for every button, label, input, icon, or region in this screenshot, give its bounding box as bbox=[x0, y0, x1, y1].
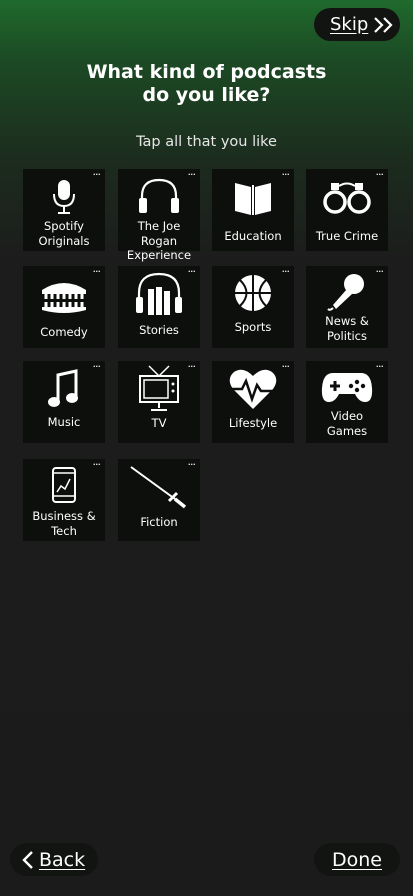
category-tile-sports[interactable]: ··· Sports bbox=[212, 266, 294, 348]
category-tile-lifestyle[interactable]: ··· Lifestyle bbox=[212, 361, 294, 443]
category-tile-music[interactable]: ··· Music bbox=[23, 361, 105, 443]
press-microphone-icon bbox=[306, 272, 388, 312]
category-label: Spotify Originals bbox=[38, 219, 90, 248]
back-button[interactable]: Back bbox=[10, 843, 98, 876]
category-label: Stories bbox=[139, 323, 179, 337]
sword-icon bbox=[118, 465, 200, 509]
category-label: Fiction bbox=[140, 515, 178, 529]
category-label: The Joe Rogan Experience bbox=[126, 219, 192, 262]
category-label: Education bbox=[224, 229, 282, 243]
category-tile-stories[interactable]: ··· Stories bbox=[118, 266, 200, 348]
television-icon bbox=[118, 364, 200, 412]
category-label: Comedy bbox=[40, 325, 88, 339]
chevron-left-icon bbox=[22, 850, 33, 869]
category-label: Video Games bbox=[326, 409, 368, 438]
category-tile-comedy[interactable]: ··· Comedy bbox=[23, 266, 105, 348]
category-tile-true-crime[interactable]: ··· True Crime bbox=[306, 169, 388, 251]
category-tile-education[interactable]: ··· Education bbox=[212, 169, 294, 251]
more-options-icon[interactable]: ··· bbox=[376, 169, 384, 181]
category-tile-news-politics[interactable]: ··· News & Politics bbox=[306, 266, 388, 348]
category-label: True Crime bbox=[315, 229, 379, 243]
category-label: Sports bbox=[234, 320, 272, 334]
microphone-icon bbox=[23, 179, 105, 215]
page-title: What kind of podcasts do you like? bbox=[86, 61, 327, 106]
back-label: Back bbox=[39, 848, 86, 871]
books-headphones-icon bbox=[118, 271, 200, 317]
skip-label: Skip bbox=[330, 14, 369, 35]
category-tile-fiction[interactable]: ··· Fiction bbox=[118, 459, 200, 541]
tablet-chart-icon bbox=[23, 467, 105, 503]
skip-button[interactable]: Skip bbox=[314, 8, 400, 41]
category-tile-tv[interactable]: ··· TV bbox=[118, 361, 200, 443]
category-label: Music bbox=[47, 415, 81, 429]
gamepad-icon bbox=[306, 370, 388, 404]
category-label: Business & Tech bbox=[32, 509, 96, 538]
done-button[interactable]: Done bbox=[314, 843, 400, 876]
open-book-icon bbox=[212, 179, 294, 217]
category-label: News & Politics bbox=[325, 314, 369, 343]
handcuffs-icon bbox=[306, 181, 388, 215]
category-tile-joe-rogan-experience[interactable]: ··· The Joe Rogan Experience bbox=[118, 169, 200, 262]
chattering-teeth-icon bbox=[23, 276, 105, 316]
category-tile-spotify-originals[interactable]: ··· Spotify Originals bbox=[23, 169, 105, 251]
basketball-icon bbox=[212, 273, 294, 313]
headphones-icon bbox=[118, 176, 200, 216]
double-chevron-right-icon bbox=[374, 16, 393, 33]
category-label: Lifestyle bbox=[228, 416, 278, 430]
music-note-icon bbox=[23, 369, 105, 409]
heartbeat-icon bbox=[212, 367, 294, 411]
done-label: Done bbox=[332, 848, 382, 871]
category-tile-video-games[interactable]: ··· Video Games bbox=[306, 361, 388, 443]
page-subtitle: Tap all that you like bbox=[136, 134, 277, 150]
category-label: TV bbox=[151, 416, 167, 430]
category-tile-business-tech[interactable]: ··· Business & Tech bbox=[23, 459, 105, 541]
